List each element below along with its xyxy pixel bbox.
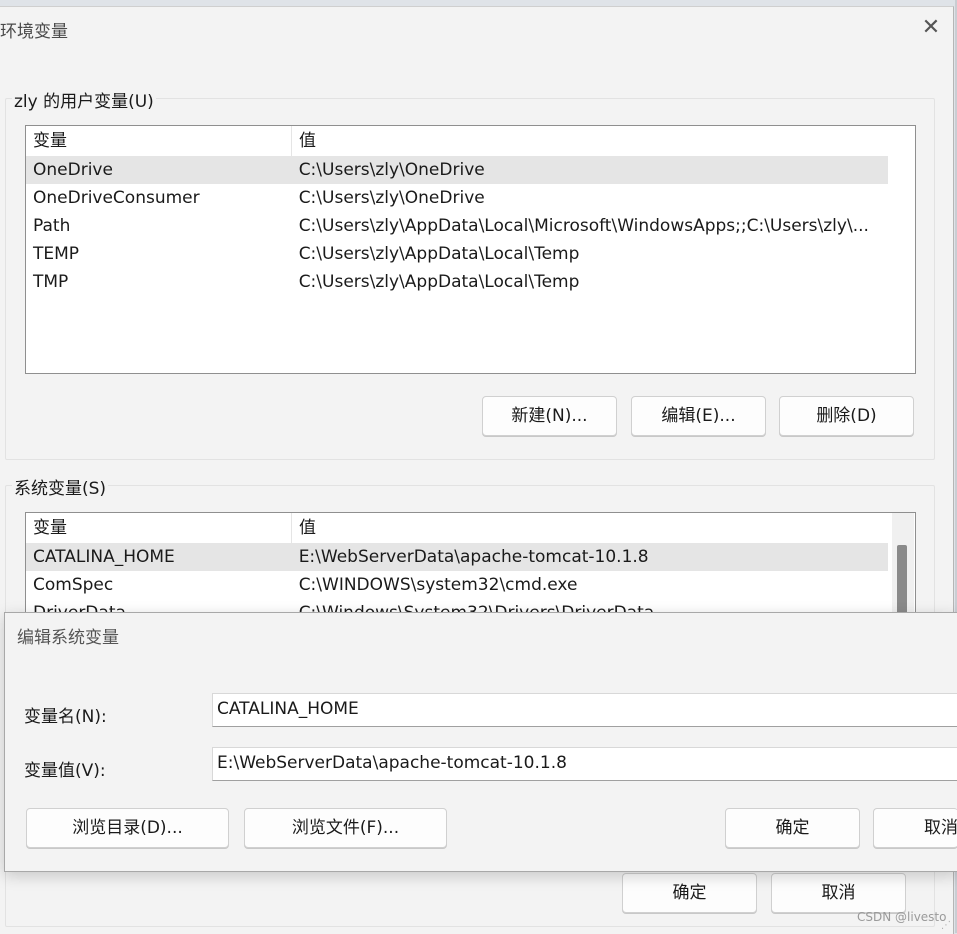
variable-name: CATALINA_HOME xyxy=(33,547,175,567)
title-bar[interactable]: 环境变量 ✕ xyxy=(0,7,953,51)
variable-name: OneDriveConsumer xyxy=(33,188,200,208)
variable-value-label: 变量值(V): xyxy=(24,761,106,781)
variable-name: TEMP xyxy=(33,244,80,264)
edit-dialog-title-bar[interactable]: 编辑系统变量 xyxy=(5,613,957,657)
list-header: 变量 值 xyxy=(26,513,888,543)
edit-user-variable-button[interactable]: 编辑(E)... xyxy=(631,396,766,436)
env-cancel-button[interactable]: 取消 xyxy=(771,873,906,913)
column-header-variable[interactable]: 变量 xyxy=(26,126,292,156)
env-ok-button[interactable]: 确定 xyxy=(622,873,757,913)
list-item[interactable]: TMP C:\Users\zly\AppData\Local\Temp xyxy=(26,268,888,296)
list-item[interactable]: ComSpec C:\WINDOWS\system32\cmd.exe xyxy=(26,571,888,599)
scrollbar-thumb[interactable] xyxy=(897,545,907,615)
variable-value-input[interactable]: E:\WebServerData\apache-tomcat-10.1.8 xyxy=(212,747,957,781)
resize-grip-icon[interactable]: ⋰ xyxy=(941,920,951,931)
list-header: 变量 值 xyxy=(26,126,888,156)
watermark: CSDN @livesto xyxy=(857,910,947,924)
edit-cancel-button[interactable]: 取消 xyxy=(873,808,957,848)
variable-value: C:\Users\zly\AppData\Local\Temp xyxy=(298,244,580,264)
variable-name: ComSpec xyxy=(33,575,114,595)
column-header-value[interactable]: 值 xyxy=(292,126,316,156)
browse-file-button[interactable]: 浏览文件(F)... xyxy=(244,808,447,848)
user-variables-list[interactable]: 变量 值 OneDrive C:\Users\zly\OneDrive OneD… xyxy=(25,125,916,374)
list-item[interactable]: Path C:\Users\zly\AppData\Local\Microsof… xyxy=(26,212,888,240)
variable-value: C:\Users\zly\AppData\Local\Temp xyxy=(298,272,580,292)
browse-directory-button[interactable]: 浏览目录(D)... xyxy=(26,808,229,848)
new-user-variable-button[interactable]: 新建(N)... xyxy=(482,396,617,436)
variable-value: C:\WINDOWS\system32\cmd.exe xyxy=(298,575,578,595)
edit-system-variable-dialog: 编辑系统变量 变量名(N): CATALINA_HOME 变量值(V): E:\… xyxy=(4,612,957,872)
close-icon[interactable]: ✕ xyxy=(918,15,944,41)
list-item[interactable]: TEMP C:\Users\zly\AppData\Local\Temp xyxy=(26,240,888,268)
edit-dialog-title: 编辑系统变量 xyxy=(17,628,119,648)
delete-user-variable-button[interactable]: 删除(D) xyxy=(779,396,914,436)
dialog-title: 环境变量 xyxy=(0,22,68,42)
variable-name: TMP xyxy=(33,272,69,292)
column-header-value[interactable]: 值 xyxy=(292,513,316,543)
variable-name: Path xyxy=(33,216,71,236)
column-header-variable[interactable]: 变量 xyxy=(26,513,292,543)
variable-value: C:\Users\zly\OneDrive xyxy=(298,160,485,180)
edit-ok-button[interactable]: 确定 xyxy=(725,808,860,848)
variable-name: OneDrive xyxy=(33,160,113,180)
list-item[interactable]: CATALINA_HOME E:\WebServerData\apache-to… xyxy=(26,543,888,571)
variable-value: C:\Users\zly\OneDrive xyxy=(298,188,485,208)
variable-value: C:\Users\zly\AppData\Local\Microsoft\Win… xyxy=(298,216,869,236)
list-item[interactable]: OneDriveConsumer C:\Users\zly\OneDrive xyxy=(26,184,888,212)
variable-name-input[interactable]: CATALINA_HOME xyxy=(212,693,957,727)
user-variables-label: zly 的用户变量(U) xyxy=(12,87,156,112)
system-variables-label: 系统变量(S) xyxy=(12,474,109,499)
variable-value: E:\WebServerData\apache-tomcat-10.1.8 xyxy=(298,547,649,567)
variable-name-label: 变量名(N): xyxy=(24,707,107,727)
list-item[interactable]: OneDrive C:\Users\zly\OneDrive xyxy=(26,156,888,184)
